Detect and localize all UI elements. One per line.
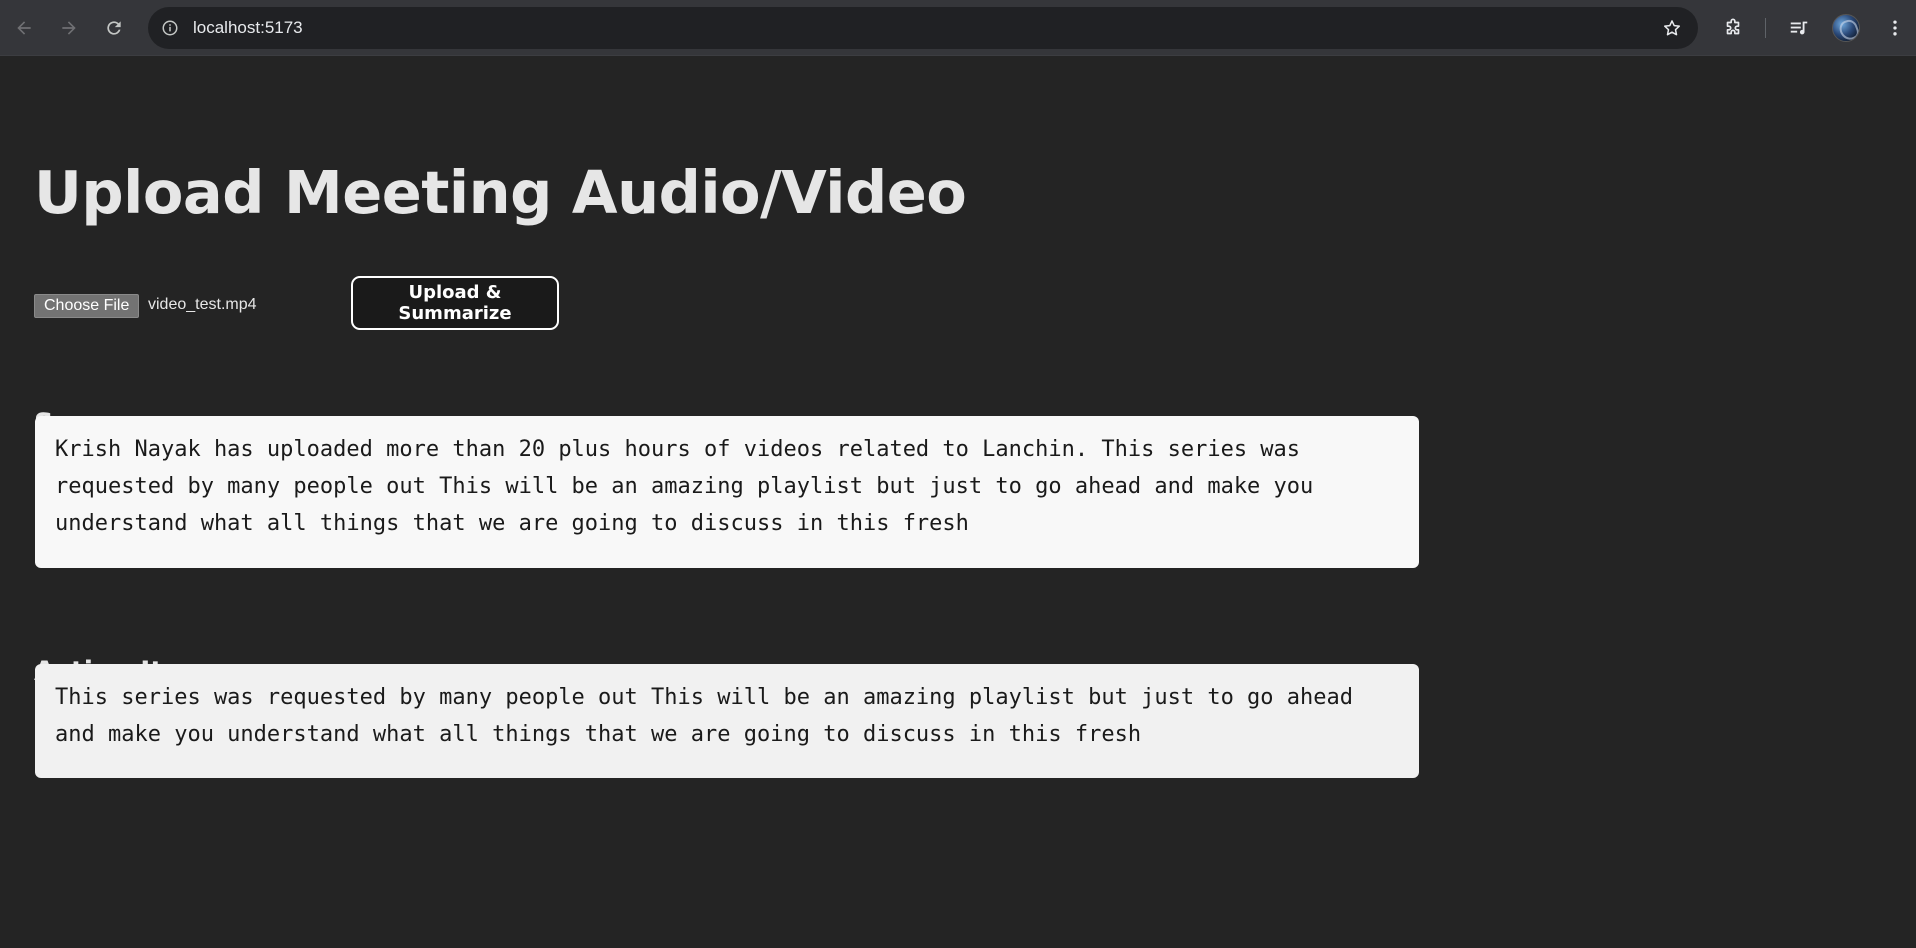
upload-summarize-button[interactable]: Upload & Summarize [351, 276, 559, 330]
reload-button[interactable] [98, 12, 130, 44]
address-bar[interactable]: localhost:5173 [148, 7, 1698, 49]
reload-icon [107, 21, 121, 35]
action-items-text-box: This series was requested by many people… [35, 664, 1419, 778]
summary-text-box: Krish Nayak has uploaded more than 20 pl… [35, 416, 1419, 568]
arrow-right-icon [62, 21, 76, 35]
url-text[interactable]: localhost:5173 [193, 18, 303, 38]
browser-toolbar: localhost:5173 [0, 0, 1916, 56]
page-title: Upload Meeting Audio/Video [34, 158, 967, 227]
summary-text: Krish Nayak has uploaded more than 20 pl… [55, 437, 1314, 536]
media-queue-icon [1790, 21, 1808, 35]
choose-file-button[interactable]: Choose File [34, 294, 140, 318]
puzzle-icon [1726, 18, 1740, 35]
action-items-text: This series was requested by many people… [55, 685, 1354, 747]
info-icon[interactable] [158, 16, 182, 40]
kebab-menu-icon [1893, 20, 1897, 36]
arrow-left-icon [17, 21, 31, 35]
profile-avatar[interactable] [1832, 14, 1860, 42]
upload-form: Choose File video_test.mp4 Upload & Summ… [34, 276, 934, 336]
back-button[interactable] [8, 12, 40, 44]
toolbar-divider [1765, 18, 1766, 38]
star-icon[interactable] [1660, 16, 1684, 40]
menu-button[interactable] [1879, 12, 1911, 44]
selected-file-name: video_test.mp4 [148, 296, 257, 313]
extensions-button[interactable] [1717, 12, 1749, 44]
media-button[interactable] [1783, 12, 1815, 44]
forward-button[interactable] [53, 12, 85, 44]
